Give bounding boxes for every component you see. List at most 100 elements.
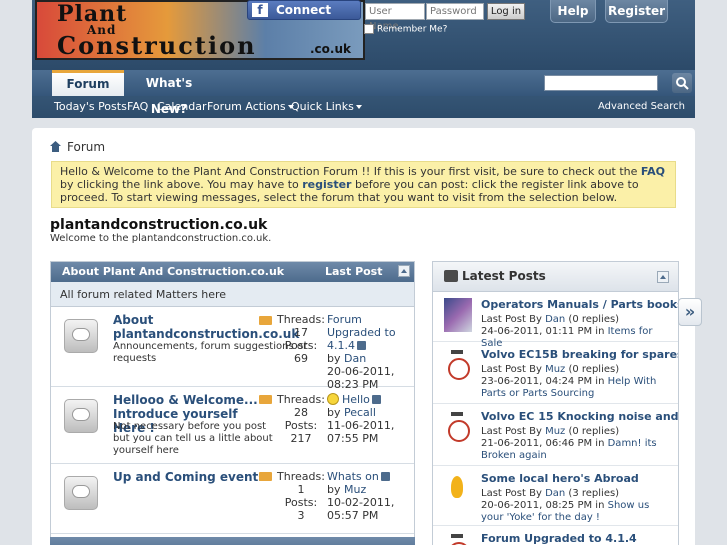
facebook-connect-button[interactable]: f Connect — [247, 0, 361, 20]
avatar[interactable] — [444, 298, 472, 332]
last-post-user[interactable]: Muz — [344, 483, 366, 496]
forum-category-block: About Plant And Construction.co.uk Last … — [50, 261, 415, 545]
avatar[interactable] — [444, 348, 472, 382]
forum-row: Hellooo & Welcome... Introduce yourself … — [51, 387, 414, 464]
go-to-post-icon[interactable] — [371, 395, 381, 404]
collapse-icon[interactable] — [657, 271, 669, 283]
welcome-notice: Hello & Welcome to the Plant And Constru… — [51, 161, 676, 208]
last-post-by: by — [327, 352, 341, 365]
rss-icon[interactable] — [259, 472, 272, 481]
notice-faq-link[interactable]: FAQ — [641, 165, 665, 178]
last-post-column-header: Last Post — [325, 265, 383, 278]
last-post-title[interactable]: Hello — [342, 393, 370, 406]
post-title[interactable]: Forum Upgraded to 4.1.4 — [481, 532, 637, 545]
forum-description: Not necessary before you post but you ca… — [113, 421, 273, 456]
posts-label: Posts: — [284, 496, 318, 509]
post-user[interactable]: Dan — [545, 488, 565, 499]
password-input[interactable]: Password — [426, 3, 484, 20]
go-to-post-icon[interactable] — [357, 341, 366, 350]
last-post-by: by — [327, 483, 341, 496]
avatar[interactable] — [444, 410, 472, 444]
post-by: Last Post By — [481, 364, 546, 375]
search-icon — [676, 77, 689, 90]
nav-calendar[interactable]: Calendar — [157, 96, 206, 118]
post-by: Last Post By — [481, 488, 546, 499]
post-date: 20-06-2011, 08:25 PM in — [481, 500, 608, 511]
smiley-icon — [327, 393, 339, 405]
forum-status-icon — [64, 399, 98, 433]
rss-icon[interactable] — [259, 316, 272, 325]
avatar[interactable] — [444, 532, 472, 545]
register-button[interactable]: Register — [605, 0, 668, 23]
site-title: plantandconstruction.co.uk — [50, 217, 268, 233]
notice-register-link[interactable]: register — [302, 178, 351, 191]
collapse-icon[interactable] — [398, 265, 410, 277]
latest-post-item: Volvo EC 15 Knocking noise and... Last P… — [433, 404, 678, 466]
threads-label: Threads: — [277, 470, 325, 483]
post-title[interactable]: Operators Manuals / Parts books — [481, 298, 678, 311]
nav-todays-posts[interactable]: Today's Posts — [54, 96, 127, 118]
latest-post-item: Operators Manuals / Parts books Last Pos… — [433, 292, 678, 349]
latest-posts-header: Latest Posts — [433, 262, 678, 292]
advanced-search-link[interactable]: Advanced Search — [598, 96, 685, 118]
post-title[interactable]: Some local hero's Abroad — [481, 472, 639, 485]
sub-navigation: Today's Posts FAQ Calendar Forum Actions… — [32, 96, 695, 118]
nav-quick-links[interactable]: Quick Links — [291, 96, 362, 118]
category-header: About Plant And Construction.co.uk Last … — [51, 262, 414, 282]
login-button[interactable]: Log in — [487, 3, 525, 20]
forum-last-post: Hello by Pecall 11-06-2011, 07:55 PM — [327, 393, 407, 445]
posts-count: 217 — [290, 432, 312, 445]
last-post-user[interactable]: Pecall — [344, 406, 376, 419]
latest-posts-widget: Latest Posts Operators Manuals / Parts b… — [432, 261, 679, 545]
facebook-connect-label: Connect — [276, 3, 332, 17]
nav-quick-links-label: Quick Links — [291, 100, 354, 113]
post-user[interactable]: Muz — [545, 426, 565, 437]
help-button[interactable]: Help — [550, 0, 596, 23]
last-post-time: 05:57 PM — [327, 509, 379, 522]
home-icon[interactable] — [50, 141, 61, 152]
rss-icon[interactable] — [259, 395, 272, 404]
post-title[interactable]: Volvo EC15B breaking for spares — [481, 348, 678, 361]
post-user[interactable]: Dan — [545, 314, 565, 325]
site-description: Welcome to the plantandconstruction.co.u… — [50, 233, 272, 244]
double-chevron-right-icon[interactable]: » — [678, 298, 702, 326]
username-input[interactable]: User Name — [365, 3, 425, 32]
latest-post-item: Volvo EC15B breaking for spares Last Pos… — [433, 342, 678, 404]
post-replies: (0 replies) — [565, 364, 620, 375]
forum-status-icon — [64, 476, 98, 510]
tab-whats-new[interactable]: What's New? — [129, 70, 209, 116]
search-button[interactable] — [672, 73, 692, 93]
search-input[interactable] — [544, 75, 658, 91]
notice-text-1: Hello & Welcome to the Plant And Constru… — [60, 165, 641, 178]
last-post-date: 20-06-2011, — [327, 365, 395, 378]
logo-domain: .co.uk — [310, 42, 351, 56]
nav-faq[interactable]: FAQ — [127, 96, 148, 118]
forum-stats: Threads: 17 Posts: 69 — [276, 313, 326, 365]
forum-title[interactable]: Up and Coming events — [113, 470, 273, 484]
avatar[interactable] — [444, 472, 472, 506]
post-replies: (0 replies) — [565, 426, 620, 437]
go-to-post-icon[interactable] — [380, 472, 390, 481]
notice-text-2: by clicking the link above. You may have… — [60, 178, 303, 191]
last-post-user[interactable]: Dan — [344, 352, 366, 365]
post-date: 23-06-2011, 04:24 PM in — [481, 376, 608, 387]
breadcrumb-forum[interactable]: Forum — [67, 140, 105, 154]
post-title[interactable]: Volvo EC 15 Knocking noise and... — [481, 410, 678, 423]
post-by: Last Post By — [481, 314, 546, 325]
tab-forum[interactable]: Forum — [52, 70, 124, 96]
threads-label: Threads: — [277, 393, 325, 406]
last-post-title[interactable]: Whats on — [327, 470, 379, 483]
chat-bubble-icon — [444, 270, 458, 282]
post-replies: (0 replies) — [565, 314, 620, 325]
nav-forum-actions[interactable]: Forum Actions — [207, 96, 294, 118]
forum-row: Up and Coming events Threads: 1 Posts: 3… — [51, 464, 414, 534]
threads-label: Threads: — [277, 313, 325, 326]
posts-label: Posts: — [284, 339, 318, 352]
posts-count: 3 — [297, 509, 305, 522]
category-title[interactable]: About Plant And Construction.co.uk — [62, 262, 284, 282]
post-user[interactable]: Muz — [545, 364, 565, 375]
post-replies: (3 replies) — [565, 488, 620, 499]
remember-me[interactable]: Remember Me? — [364, 24, 447, 35]
forum-title[interactable]: About plantandconstruction.co.uk — [113, 313, 299, 341]
remember-me-checkbox[interactable] — [364, 24, 374, 34]
